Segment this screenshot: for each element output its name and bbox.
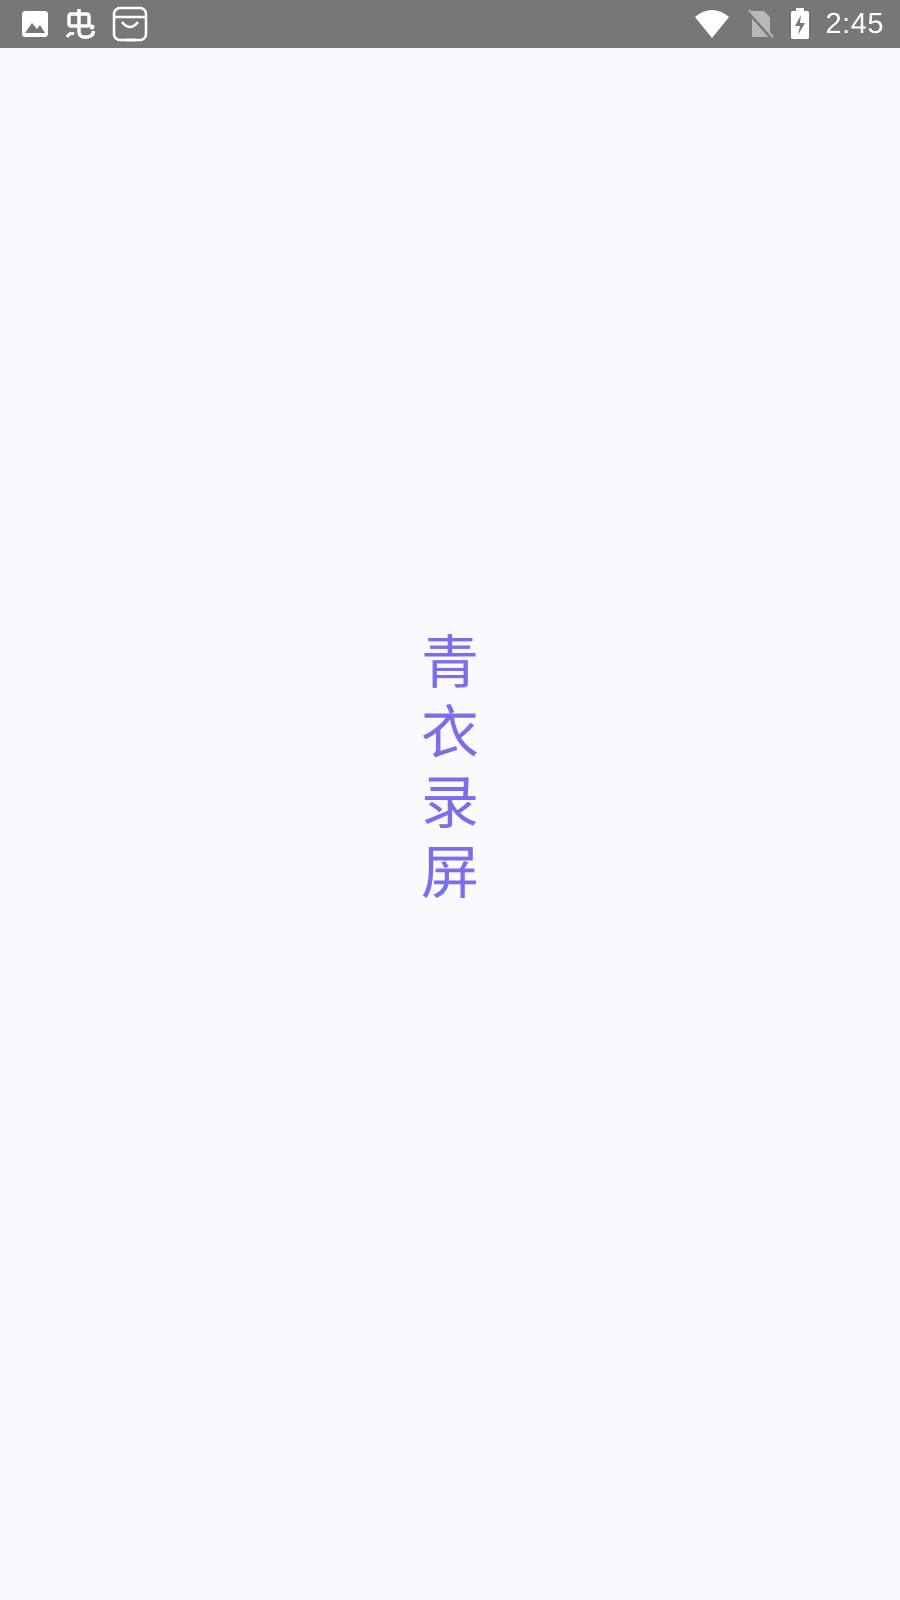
wifi-icon — [694, 9, 730, 39]
app-title-char-3: 录 — [420, 769, 479, 837]
app-title-char-1: 青 — [420, 629, 479, 697]
system-status-icons: 2:45 — [694, 7, 884, 41]
shopping-bag-icon — [112, 6, 148, 42]
bug-app-icon — [64, 7, 98, 41]
app-title-char-2: 衣 — [420, 699, 479, 767]
app-title-char-4: 屏 — [420, 839, 479, 907]
battery-charging-icon — [790, 8, 810, 40]
status-bar: 2:45 — [0, 0, 900, 48]
image-icon — [20, 9, 50, 39]
notification-icons — [20, 6, 148, 42]
app-title: 青 衣 录 屏 — [410, 628, 490, 908]
no-sim-icon — [746, 9, 774, 39]
status-time: 2:45 — [825, 7, 884, 40]
